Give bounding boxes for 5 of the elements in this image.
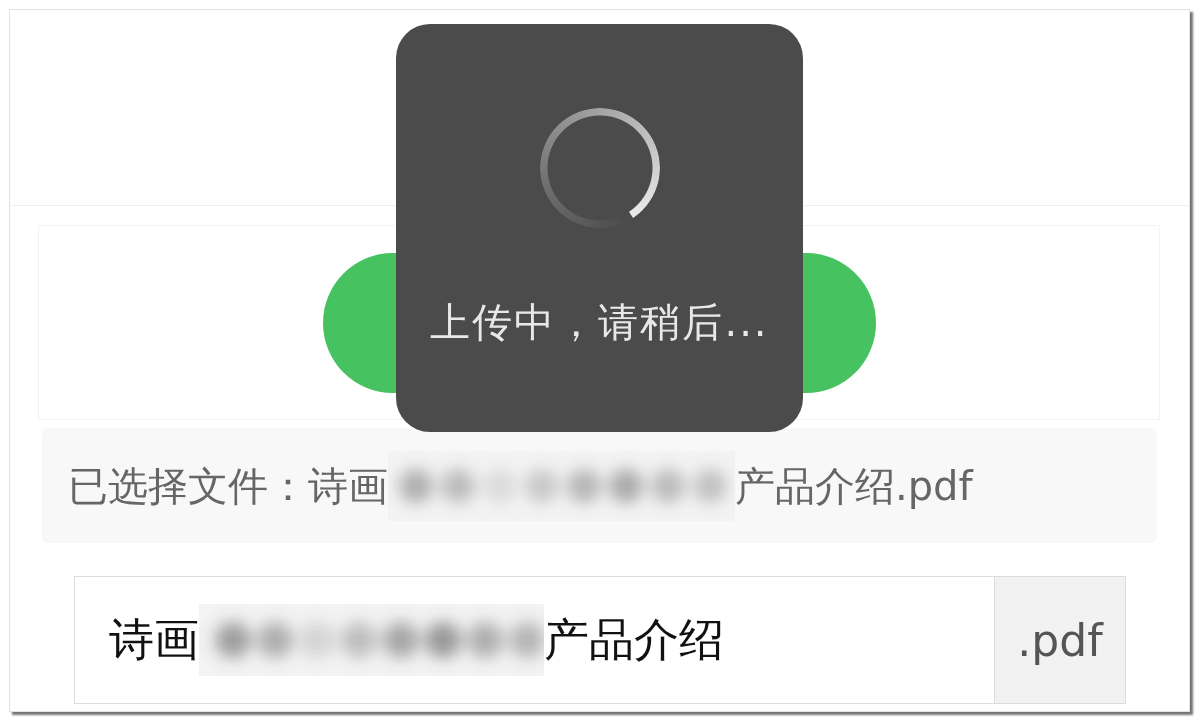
file-name-text: 产品介绍.pdf bbox=[735, 461, 973, 510]
toast-message: 上传中，请稍后... bbox=[430, 298, 769, 346]
file-name-field[interactable]: 诗画 产品介绍 bbox=[74, 576, 994, 704]
file-extension-suffix: .pdf bbox=[994, 576, 1126, 704]
file-name-text: 已选择文件：诗画 bbox=[68, 461, 388, 510]
